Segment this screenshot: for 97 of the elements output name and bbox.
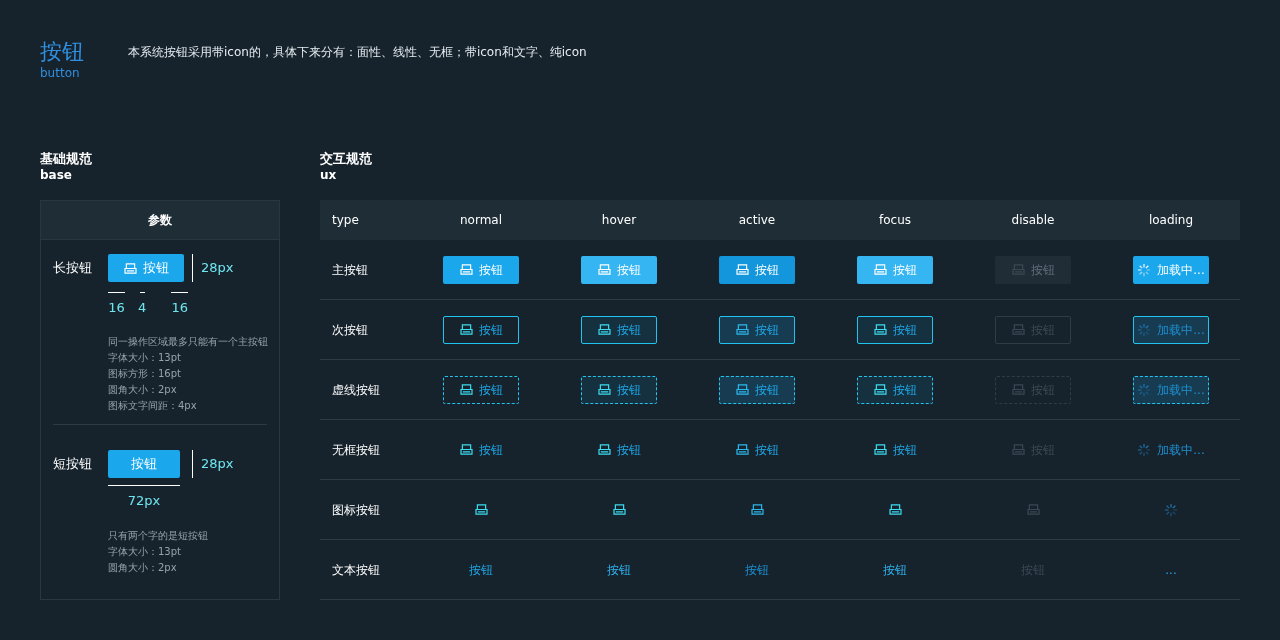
height-label: 28px (201, 454, 234, 473)
spec-note: 只有两个字的是短按钮 (108, 529, 209, 543)
column-header: disable (1010, 212, 1056, 229)
row-label: 虚线按钮 (331, 381, 381, 399)
primary-button[interactable]: 按钮 (443, 255, 519, 284)
spinner-icon (1164, 502, 1178, 517)
page-title: 按钮 (40, 38, 85, 66)
tray-icon (597, 444, 611, 455)
borderless-button[interactable]: 按钮 (593, 435, 645, 464)
short-button[interactable]: 按钮 (108, 449, 180, 478)
tray-icon (873, 324, 887, 335)
description: 本系统按钮采用带icon的，具体下来分有：面性、线性、无框；带icon和文字、纯icon (128, 44, 587, 61)
tray-icon (735, 444, 749, 455)
spacing-label: 16 (171, 299, 189, 317)
column-header: hover (600, 212, 638, 229)
outline-button[interactable]: 按钮 (443, 315, 519, 344)
row-label: 无框按钮 (331, 441, 381, 459)
column-header: type (331, 212, 360, 229)
tray-icon (735, 264, 749, 275)
section-title: 交互规范 (320, 150, 373, 168)
tray-icon (612, 504, 626, 515)
tray-icon (1011, 444, 1025, 455)
tray-icon (597, 384, 611, 395)
tray-icon (1011, 384, 1025, 395)
column-header: normal (458, 212, 503, 229)
text-button[interactable]: ... (1161, 555, 1181, 584)
text-button[interactable]: 按钮 (741, 555, 773, 584)
tray-icon (1011, 324, 1025, 335)
borderless-button[interactable]: 加载中... (1133, 435, 1209, 464)
measure-line (171, 292, 189, 293)
outline-button[interactable]: 按钮 (857, 315, 933, 344)
tray-icon (459, 264, 473, 275)
outline-button[interactable]: 加载中... (1133, 315, 1209, 344)
measure-line (108, 484, 180, 486)
section-subtitle: ux (320, 168, 338, 182)
dashed-button[interactable]: 按钮 (857, 375, 933, 404)
measure-line (108, 292, 125, 293)
spec-label: 短按钮 (53, 454, 93, 473)
long-button[interactable]: 按钮 (108, 254, 184, 282)
spec-note: 图标文字间距：4px (108, 398, 198, 413)
text-button[interactable]: 按钮 (879, 555, 911, 584)
row-label: 次按钮 (331, 321, 369, 339)
column-header: loading (1147, 212, 1195, 229)
spinner-icon (1137, 322, 1152, 337)
tray-icon (597, 324, 611, 335)
tray-icon (888, 504, 902, 515)
height-label: 28px (201, 259, 234, 278)
spinner-icon (1137, 442, 1152, 457)
tray-icon (735, 324, 749, 335)
primary-button[interactable]: 按钮 (719, 255, 795, 284)
spinner-icon (1137, 262, 1152, 277)
tray-icon (474, 504, 488, 515)
tray-icon (123, 262, 137, 274)
spec-note: 图标方形：16pt (108, 366, 182, 381)
primary-button[interactable]: 加载中... (1133, 255, 1209, 284)
tray-icon (459, 324, 473, 335)
text-button[interactable]: 按钮 (603, 555, 635, 584)
dashed-button[interactable]: 按钮 (719, 375, 795, 404)
section-title: 基础规范 (40, 150, 93, 168)
text-button[interactable]: 按钮 (465, 555, 497, 584)
spec-note: 圆角大小：2px (108, 561, 178, 575)
tray-icon (873, 384, 887, 395)
spacing-label: 16 (108, 299, 125, 317)
panel-header: 参数 (41, 201, 279, 240)
outline-button[interactable]: 按钮 (581, 315, 657, 344)
borderless-button[interactable]: 按钮 (869, 435, 921, 464)
tray-icon (597, 264, 611, 275)
row-label: 主按钮 (331, 261, 369, 279)
tray-icon (1011, 264, 1025, 275)
tray-icon (1026, 504, 1040, 515)
tray-icon (873, 444, 887, 455)
dashed-button[interactable]: 加载中... (1133, 375, 1209, 404)
column-header: focus (878, 212, 912, 229)
width-label: 72px (127, 491, 161, 510)
tray-icon (459, 384, 473, 395)
outline-button[interactable]: 按钮 (719, 315, 795, 344)
spec-note: 字体大小：13pt (108, 350, 182, 365)
spec-note: 圆角大小：2px (108, 382, 178, 397)
borderless-button[interactable]: 按钮 (731, 435, 783, 464)
spacing-label: 4 (138, 299, 147, 317)
tray-icon (750, 504, 764, 515)
section-subtitle: base (40, 168, 73, 182)
spec-note: 同一操作区域最多只能有一个主按钮 (108, 334, 267, 349)
spinner-icon (1137, 382, 1152, 397)
borderless-button[interactable]: 按钮 (455, 435, 507, 464)
row-label: 图标按钮 (331, 501, 381, 519)
spec-label: 长按钮 (53, 259, 93, 278)
dashed-button[interactable]: 按钮 (443, 375, 519, 404)
column-header: active (737, 212, 777, 229)
primary-button[interactable]: 按钮 (995, 255, 1071, 284)
page-subtitle: button (40, 66, 81, 80)
tray-icon (873, 264, 887, 275)
tray-icon (735, 384, 749, 395)
dashed-button[interactable]: 按钮 (581, 375, 657, 404)
spec-note: 字体大小：13pt (108, 545, 182, 559)
tray-icon (459, 444, 473, 455)
row-label: 文本按钮 (331, 561, 381, 579)
